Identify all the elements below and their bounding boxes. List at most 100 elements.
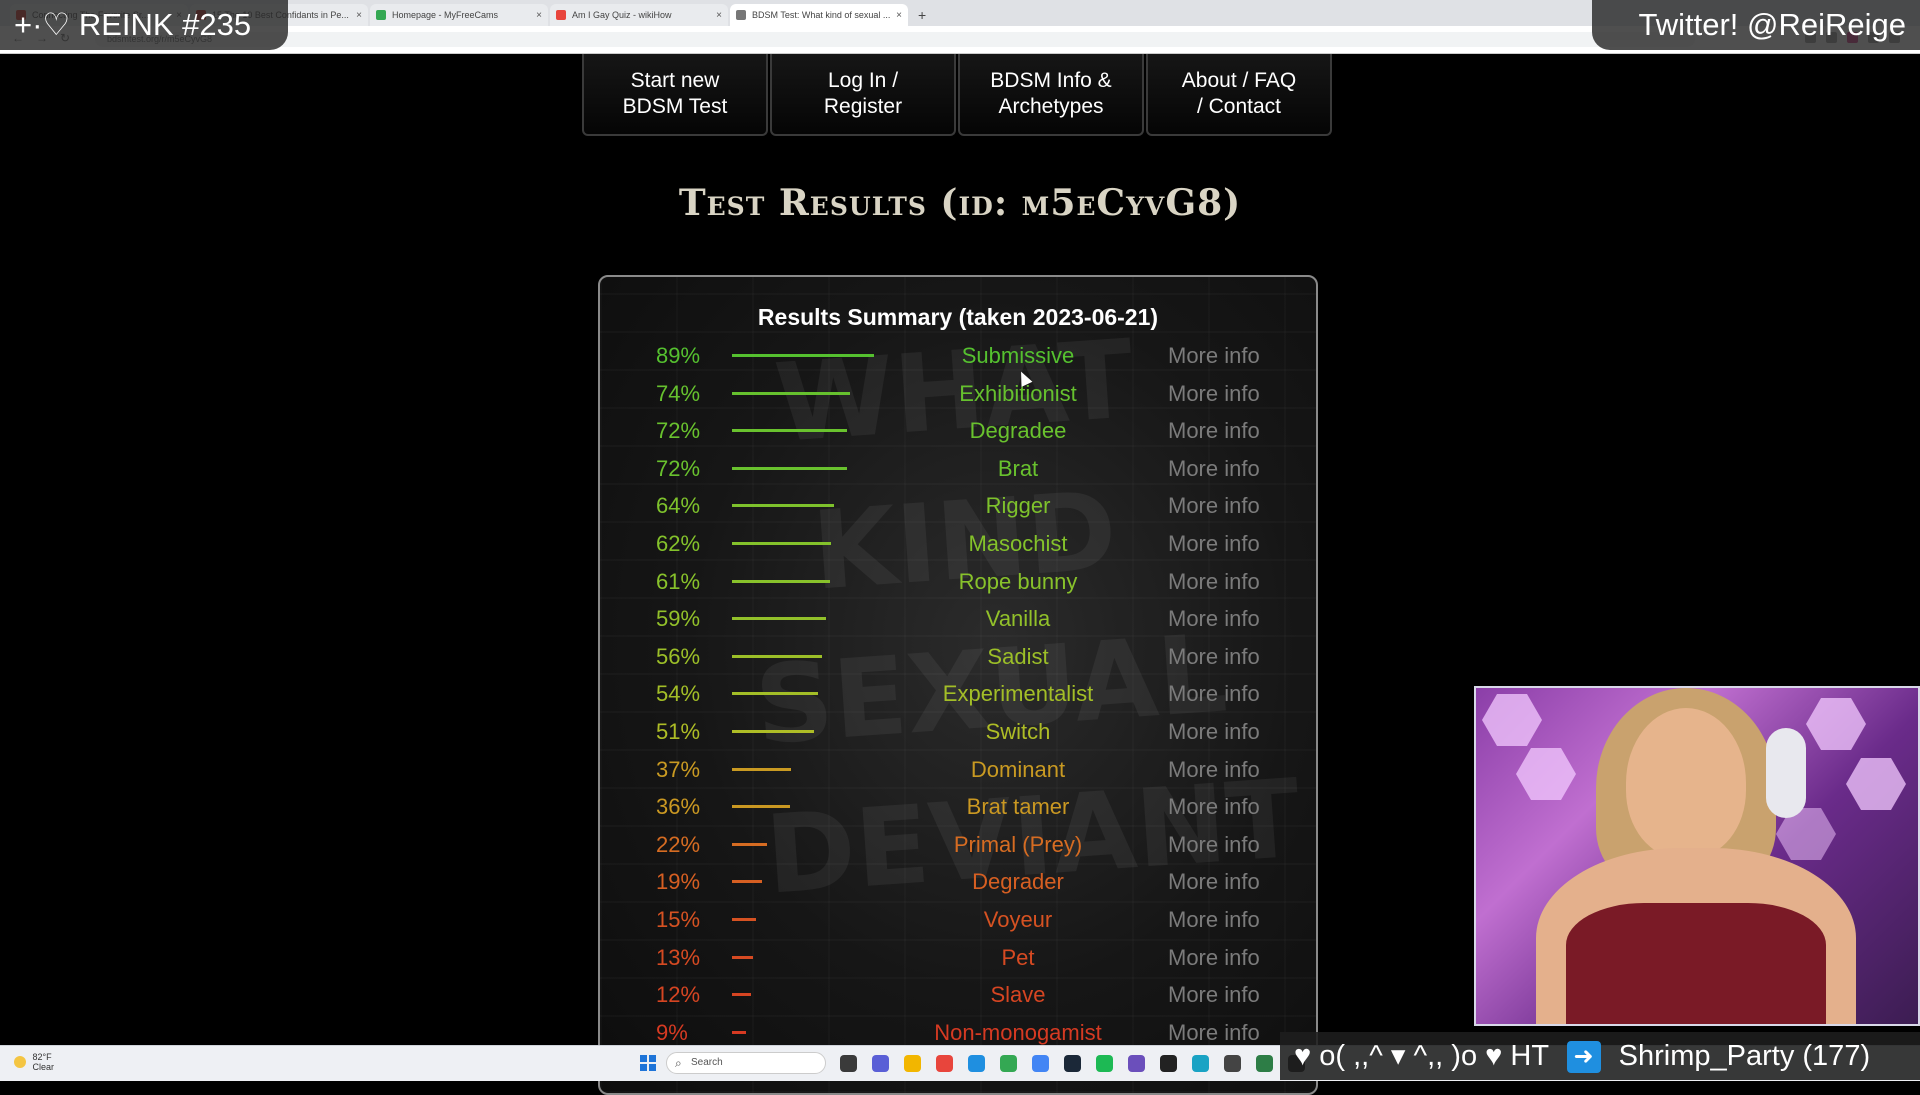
result-label-link[interactable]: Slave	[898, 976, 1138, 1013]
browser-tab[interactable]: Am I Gay Quiz - wikiHow ×	[550, 4, 728, 26]
result-percent: 51%	[656, 719, 701, 744]
result-label-link[interactable]: Dominant	[898, 751, 1138, 788]
tab-title: Homepage - MyFreeCams	[392, 10, 499, 20]
result-label-link[interactable]: Degrader	[898, 863, 1138, 900]
browser-tab[interactable]: BDSM Test: What kind of sexual ... ×	[730, 4, 908, 26]
taskbar-app-icon[interactable]	[904, 1055, 921, 1072]
more-info-link[interactable]: More info	[1168, 375, 1260, 412]
more-info-link[interactable]: More info	[1168, 901, 1260, 938]
result-label-link[interactable]: Primal (Prey)	[898, 826, 1138, 863]
result-label-link[interactable]: Sadist	[898, 638, 1138, 675]
result-bar	[732, 993, 751, 997]
webcam-feed	[1474, 686, 1920, 1026]
more-info-link[interactable]: More info	[1168, 675, 1260, 712]
result-bar	[732, 880, 762, 884]
more-info-link[interactable]: More info	[1168, 487, 1260, 524]
windows-start-icon[interactable]	[640, 1055, 656, 1071]
close-tab-icon[interactable]: ×	[896, 10, 902, 21]
more-info-link[interactable]: More info	[1168, 563, 1260, 600]
result-percent: 54%	[656, 681, 701, 707]
result-label-link[interactable]: Submissive	[898, 337, 1138, 374]
result-label-link[interactable]: Switch	[898, 713, 1138, 750]
moon-icon	[14, 1056, 26, 1068]
result-bar	[732, 1030, 746, 1034]
more-info-link[interactable]: More info	[1168, 788, 1260, 825]
url-field[interactable]: bdsmtest.org/r/m5eCyvG8	[95, 32, 1695, 47]
bdsm-info-button[interactable]: BDSM Info & Archetypes	[958, 54, 1144, 136]
more-info-link[interactable]: More info	[1168, 412, 1260, 449]
taskbar-app-icon[interactable]	[1096, 1055, 1113, 1072]
more-info-link[interactable]: More info	[1168, 713, 1260, 750]
tab-title: Am I Gay Quiz - wikiHow	[572, 10, 672, 20]
ticker-user: Shrimp_Party (177)	[1618, 1040, 1871, 1072]
favicon-icon	[376, 10, 386, 20]
taskbar-app-icon[interactable]	[1192, 1055, 1209, 1072]
weather-temp: 82°F	[32, 1052, 52, 1062]
result-label-link[interactable]: Brat tamer	[898, 788, 1138, 825]
result-bar	[732, 354, 874, 357]
result-label-link[interactable]: Degradee	[898, 412, 1138, 449]
result-percent: 56%	[656, 643, 701, 669]
result-row: 51% Switch More info	[598, 713, 1318, 750]
result-label-link[interactable]: Masochist	[898, 525, 1138, 562]
taskbar-app-icon[interactable]	[968, 1055, 985, 1072]
result-bar	[732, 730, 814, 733]
result-label-link[interactable]: Brat	[898, 450, 1138, 487]
result-bar	[732, 391, 850, 395]
result-label-link[interactable]: Voyeur	[898, 901, 1138, 938]
result-label-link[interactable]: Vanilla	[898, 600, 1138, 637]
more-info-link[interactable]: More info	[1168, 826, 1260, 863]
result-percent: 12%	[656, 982, 701, 1008]
result-bar	[732, 767, 791, 771]
more-info-link[interactable]: More info	[1168, 450, 1260, 487]
result-percent: 72%	[656, 455, 701, 481]
close-tab-icon[interactable]: ×	[716, 10, 722, 21]
result-label-link[interactable]: Rope bunny	[898, 563, 1138, 600]
taskbar-app-icon[interactable]	[1064, 1055, 1081, 1072]
taskbar-app-icon[interactable]	[872, 1055, 889, 1072]
taskbar-apps	[840, 1055, 1305, 1072]
streamer-face	[1626, 708, 1746, 858]
login-register-button[interactable]: Log In / Register	[770, 54, 956, 136]
taskbar-app-icon[interactable]	[1256, 1055, 1273, 1072]
close-tab-icon[interactable]: ×	[356, 10, 362, 21]
result-bar	[732, 466, 847, 470]
taskbar-app-icon[interactable]	[1224, 1055, 1241, 1072]
more-info-link[interactable]: More info	[1168, 751, 1260, 788]
taskbar-app-icon[interactable]	[840, 1055, 857, 1072]
browser-tab[interactable]: Homepage - MyFreeCams ×	[370, 4, 548, 26]
streamer-top	[1566, 903, 1826, 1024]
result-label-link[interactable]: Pet	[898, 939, 1138, 976]
result-label-link[interactable]: Rigger	[898, 487, 1138, 524]
taskbar-search[interactable]: Search	[666, 1052, 826, 1074]
taskbar-app-icon[interactable]	[1032, 1055, 1049, 1072]
page-title: Test Results (id: m5eCyvG8)	[678, 182, 1242, 224]
result-percent: 74%	[656, 380, 701, 406]
more-info-link[interactable]: More info	[1168, 976, 1260, 1013]
more-info-link[interactable]: More info	[1168, 525, 1260, 562]
arrow-icon: ➜	[1566, 1041, 1601, 1074]
taskbar-app-icon[interactable]	[1160, 1055, 1177, 1072]
weather-widget[interactable]: 82°F Clear	[14, 1052, 54, 1072]
taskbar-app-icon[interactable]	[1128, 1055, 1145, 1072]
result-row: 22% Primal (Prey) More info	[598, 826, 1318, 863]
result-bar	[732, 692, 818, 696]
result-bar	[732, 805, 790, 809]
result-percent: 61%	[656, 568, 701, 594]
result-row: 72% Brat More info	[598, 450, 1318, 487]
result-percent: 64%	[656, 493, 701, 519]
new-tab-button[interactable]: +	[918, 7, 926, 23]
more-info-link[interactable]: More info	[1168, 638, 1260, 675]
more-info-link[interactable]: More info	[1168, 863, 1260, 900]
result-label-link[interactable]: Experimentalist	[898, 675, 1138, 712]
close-tab-icon[interactable]: ×	[536, 10, 542, 21]
more-info-link[interactable]: More info	[1168, 600, 1260, 637]
more-info-link[interactable]: More info	[1168, 939, 1260, 976]
taskbar-app-icon[interactable]	[936, 1055, 953, 1072]
taskbar-app-icon[interactable]	[1000, 1055, 1017, 1072]
result-percent: 22%	[656, 831, 701, 857]
tab-title: BDSM Test: What kind of sexual ...	[752, 10, 891, 20]
start-test-button[interactable]: Start new BDSM Test	[582, 54, 768, 136]
about-faq-button[interactable]: About / FAQ / Contact	[1146, 54, 1332, 136]
more-info-link[interactable]: More info	[1168, 337, 1260, 374]
